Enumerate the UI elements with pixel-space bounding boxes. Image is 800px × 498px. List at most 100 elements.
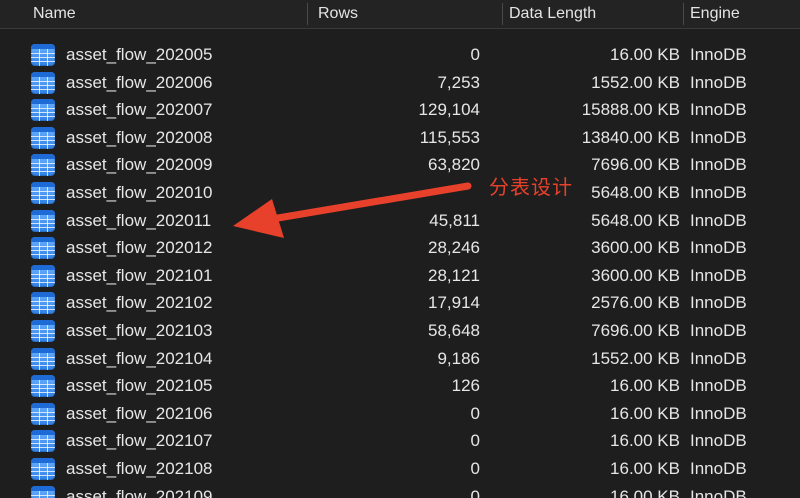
engine-cell: InnoDB <box>690 210 747 230</box>
row-count-cell <box>300 179 480 207</box>
table-name-cell: asset_flow_202109 <box>66 486 213 498</box>
table-row[interactable]: asset_flow_202010 5648.00 KB InnoDB <box>0 179 800 207</box>
table-row[interactable]: asset_flow_202009 63,820 7696.00 KB InnoDB <box>0 151 800 179</box>
table-row[interactable]: asset_flow_202104 9,186 1552.00 KB InnoDB <box>0 345 800 373</box>
table-icon-cell <box>31 319 55 342</box>
data-length-cell: 16.00 KB <box>610 486 680 498</box>
table-icon-cell <box>31 99 55 122</box>
column-divider[interactable] <box>307 3 308 25</box>
table-name-cell: asset_flow_202008 <box>66 127 213 147</box>
table-icon-cell <box>31 347 55 370</box>
table-name-cell: asset_flow_202012 <box>66 238 213 258</box>
engine-cell: InnoDB <box>690 293 747 313</box>
data-length-cell: 16.00 KB <box>610 403 680 423</box>
table-name-cell: asset_flow_202107 <box>66 431 213 451</box>
data-length-cell: 2576.00 KB <box>591 293 680 313</box>
table-header: Name Rows Data Length Engine <box>0 0 800 29</box>
row-count-cell: 9,186 <box>437 348 480 368</box>
data-length-cell: 1552.00 KB <box>591 72 680 92</box>
database-table-icon <box>31 71 55 94</box>
table-row[interactable]: asset_flow_202011 45,811 5648.00 KB InnoDB <box>0 207 800 235</box>
row-count-cell: 7,253 <box>437 72 480 92</box>
engine-cell: InnoDB <box>690 100 747 120</box>
table-row[interactable]: asset_flow_202103 58,648 7696.00 KB InnoDB <box>0 317 800 345</box>
table-icon-cell <box>31 485 55 498</box>
table-row[interactable]: asset_flow_202105 126 16.00 KB InnoDB <box>0 372 800 400</box>
database-table-icon <box>31 44 55 66</box>
data-length-cell: 16.00 KB <box>610 376 680 396</box>
data-length-cell: 16.00 KB <box>610 431 680 451</box>
engine-cell: InnoDB <box>690 486 747 498</box>
row-count-cell: 0 <box>470 45 480 64</box>
column-header-rows[interactable]: Rows <box>318 0 358 28</box>
table-name-cell: asset_flow_202105 <box>66 376 213 396</box>
row-count-cell: 126 <box>451 376 480 396</box>
table-name-cell: asset_flow_202011 <box>66 210 212 230</box>
table-name-cell: asset_flow_202009 <box>66 155 213 175</box>
data-length-cell: 13840.00 KB <box>581 127 680 147</box>
database-table-icon <box>31 430 55 453</box>
database-table-icon <box>31 126 55 149</box>
table-icon-cell <box>31 181 55 204</box>
column-divider[interactable] <box>502 3 503 25</box>
table-row[interactable]: asset_flow_202006 7,253 1552.00 KB InnoDB <box>0 69 800 97</box>
row-count-cell: 115,553 <box>419 127 480 147</box>
database-table-icon <box>31 264 55 287</box>
data-length-cell: 3600.00 KB <box>591 238 680 258</box>
table-icon-cell <box>31 237 55 260</box>
column-header-engine[interactable]: Engine <box>690 0 740 28</box>
table-list: asset_flow_202005 0 16.00 KB InnoDB asset_fl… <box>0 41 800 498</box>
table-row[interactable]: asset_flow_202005 0 16.00 KB InnoDB <box>0 41 800 69</box>
table-row[interactable]: asset_flow_202108 0 16.00 KB InnoDB <box>0 455 800 483</box>
data-length-cell: 15888.00 KB <box>581 100 680 120</box>
engine-cell: InnoDB <box>690 403 747 423</box>
table-row[interactable]: asset_flow_202107 0 16.00 KB InnoDB <box>0 427 800 455</box>
table-row[interactable]: asset_flow_202012 28,246 3600.00 KB InnoDB <box>0 234 800 262</box>
engine-cell: InnoDB <box>690 320 747 340</box>
table-icon-cell <box>31 264 55 287</box>
data-length-cell: 3600.00 KB <box>591 265 680 285</box>
row-count-cell: 58,648 <box>428 320 480 340</box>
table-icon-cell <box>31 126 55 149</box>
database-table-icon <box>31 347 55 370</box>
row-count-cell: 0 <box>470 403 480 423</box>
table-row[interactable]: asset_flow_202106 0 16.00 KB InnoDB <box>0 400 800 428</box>
database-table-icon <box>31 319 55 342</box>
table-icon-cell <box>31 402 55 425</box>
row-count-cell: 0 <box>470 458 480 478</box>
engine-cell: InnoDB <box>690 458 747 478</box>
engine-cell: InnoDB <box>690 127 747 147</box>
data-length-cell: 1552.00 KB <box>591 348 680 368</box>
engine-cell: InnoDB <box>690 72 747 92</box>
engine-cell: InnoDB <box>690 45 747 64</box>
table-icon-cell <box>31 375 55 398</box>
column-header-data-length[interactable]: Data Length <box>509 0 596 28</box>
database-table-icon <box>31 402 55 425</box>
table-name-cell: asset_flow_202106 <box>66 403 213 423</box>
engine-cell: InnoDB <box>690 238 747 258</box>
table-name-cell: asset_flow_202108 <box>66 458 213 478</box>
row-count-cell: 45,811 <box>429 210 480 230</box>
column-divider[interactable] <box>683 3 684 25</box>
engine-cell: InnoDB <box>690 265 747 285</box>
row-count-cell: 28,121 <box>428 265 480 285</box>
table-icon-cell <box>31 292 55 315</box>
database-table-icon <box>31 375 55 398</box>
table-name-cell: asset_flow_202103 <box>66 320 213 340</box>
engine-cell: InnoDB <box>690 182 747 202</box>
table-name-cell: asset_flow_202101 <box>66 265 213 285</box>
column-header-name[interactable]: Name <box>33 0 76 28</box>
table-row[interactable]: asset_flow_202101 28,121 3600.00 KB InnoDB <box>0 262 800 290</box>
database-table-icon <box>31 154 55 177</box>
table-row[interactable]: asset_flow_202008 115,553 13840.00 KB InnoD… <box>0 124 800 152</box>
database-table-icon <box>31 485 55 498</box>
table-row[interactable]: asset_flow_202109 0 16.00 KB InnoDB <box>0 483 800 498</box>
engine-cell: InnoDB <box>690 348 747 368</box>
table-name-cell: asset_flow_202010 <box>66 182 213 202</box>
row-count-cell: 17,914 <box>428 293 480 313</box>
table-icon-cell <box>31 71 55 94</box>
database-table-icon <box>31 292 55 315</box>
table-row[interactable]: asset_flow_202007 129,104 15888.00 KB InnoD… <box>0 96 800 124</box>
table-row[interactable]: asset_flow_202102 17,914 2576.00 KB InnoDB <box>0 289 800 317</box>
database-table-icon <box>31 99 55 122</box>
